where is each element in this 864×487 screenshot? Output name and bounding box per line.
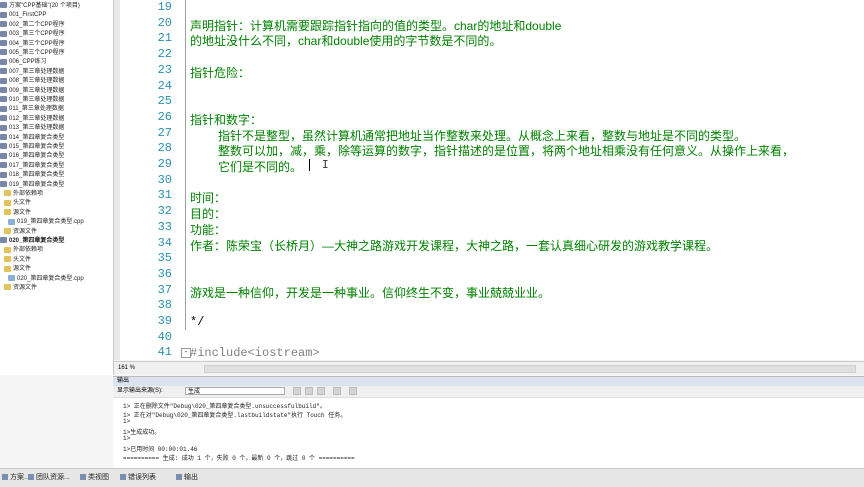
zoom-level[interactable]: 161 % (118, 362, 158, 374)
bottom-tab-label: 团队资源... (36, 474, 70, 481)
comment-line: 指针危险： (190, 65, 251, 80)
comment-line: 目的： (190, 207, 227, 222)
team-icon (28, 474, 34, 481)
bottom-tab-label: 类视图 (88, 474, 109, 481)
comment-line: 指针和数字： (190, 112, 263, 127)
solution-icon (2, 474, 8, 481)
output-source-select[interactable]: 生成 (185, 387, 285, 395)
bottom-tab[interactable]: 错误列表 (120, 472, 156, 483)
comment-line: 功能： (190, 222, 227, 237)
comment-line: 时间： (190, 191, 227, 206)
comment-line: 指针不是整型，虽然计算机通常把地址当作整数来处理。从概念上来看，整数与地址是不同… (218, 128, 747, 143)
find-prev-icon[interactable] (293, 387, 301, 395)
horizontal-scrollbar[interactable] (204, 365, 856, 373)
output-line: 1> 正在对"Debug\020_第四章复合类型.lastbuildstate"… (123, 411, 347, 419)
code-text-layer[interactable]: 声明指针：计算机需要跟踪指针指向的值的类型。char的地址和double 的地址没… (0, 0, 864, 423)
go-to-icon[interactable] (317, 387, 325, 395)
bottom-tab[interactable]: 方案... (2, 472, 30, 483)
output-line: 1> (123, 418, 131, 426)
output-text: 1> 正在删除文件"Debug\020_第四章复合类型.unsuccessful… (113, 397, 864, 469)
comment-line: 声明指针：计算机需要跟踪指针指向的值的类型。char的地址和double (190, 18, 562, 33)
find-next-icon[interactable] (305, 387, 313, 395)
class-view-icon (80, 474, 86, 481)
word-wrap-icon[interactable] (349, 387, 357, 395)
output-icon (176, 474, 182, 481)
output-pane: 输出 显示输出来源(S): 生成 1> 正在删除文件"Debug\020_第四章… (113, 376, 864, 469)
fold-toggle-icon[interactable]: - (181, 348, 191, 359)
bottom-tab-label: 错误列表 (128, 474, 156, 481)
bottom-tab-strip: 方案... 团队资源... 类视图 错误列表 输出 (0, 468, 864, 487)
mouse-ibeam-cursor-icon: I (322, 158, 329, 171)
output-source-label: 显示输出来源(S): (117, 388, 163, 394)
text-caret (309, 159, 310, 171)
output-line: 1> (123, 435, 131, 443)
bottom-tab[interactable]: 类视图 (80, 472, 109, 483)
bottom-tab[interactable]: 团队资源... (28, 472, 70, 483)
comment-line: 整数可以加，减，乘，除等运算的数字，指针描述的是位置，将两个地址相乘没有任何意义… (218, 144, 795, 159)
bottom-tab-label: 方案... (10, 474, 30, 481)
comment-line: 游戏是一种信仰，开发是一种事业。信仰终生不变，事业兢兢业业。 (190, 285, 551, 300)
comment-line: 它们是不同的。 (218, 160, 303, 174)
clear-all-icon[interactable] (333, 387, 341, 395)
bottom-tab[interactable]: 输出 (176, 472, 198, 483)
code-line-include: #include<iostream> (190, 346, 320, 361)
output-line: ========== 生成: 成功 1 个，失败 0 个，最新 0 个，跳过 0… (123, 454, 355, 462)
editor-status-bar: 161 % (114, 361, 864, 374)
error-list-icon (120, 474, 126, 481)
comment-line: */ (190, 315, 205, 329)
output-title: 输出 (113, 377, 864, 386)
bottom-tab-label: 输出 (184, 474, 198, 481)
comment-line: 作者：陈荣宝（长桥月）—大神之路游戏开发课程，大神之路，一套认真细心研发的游戏教… (190, 238, 719, 253)
comment-line: 的地址没什么不同，char和double使用的字节数是不同的。 (190, 34, 502, 49)
fold-guide-line (185, 0, 186, 330)
